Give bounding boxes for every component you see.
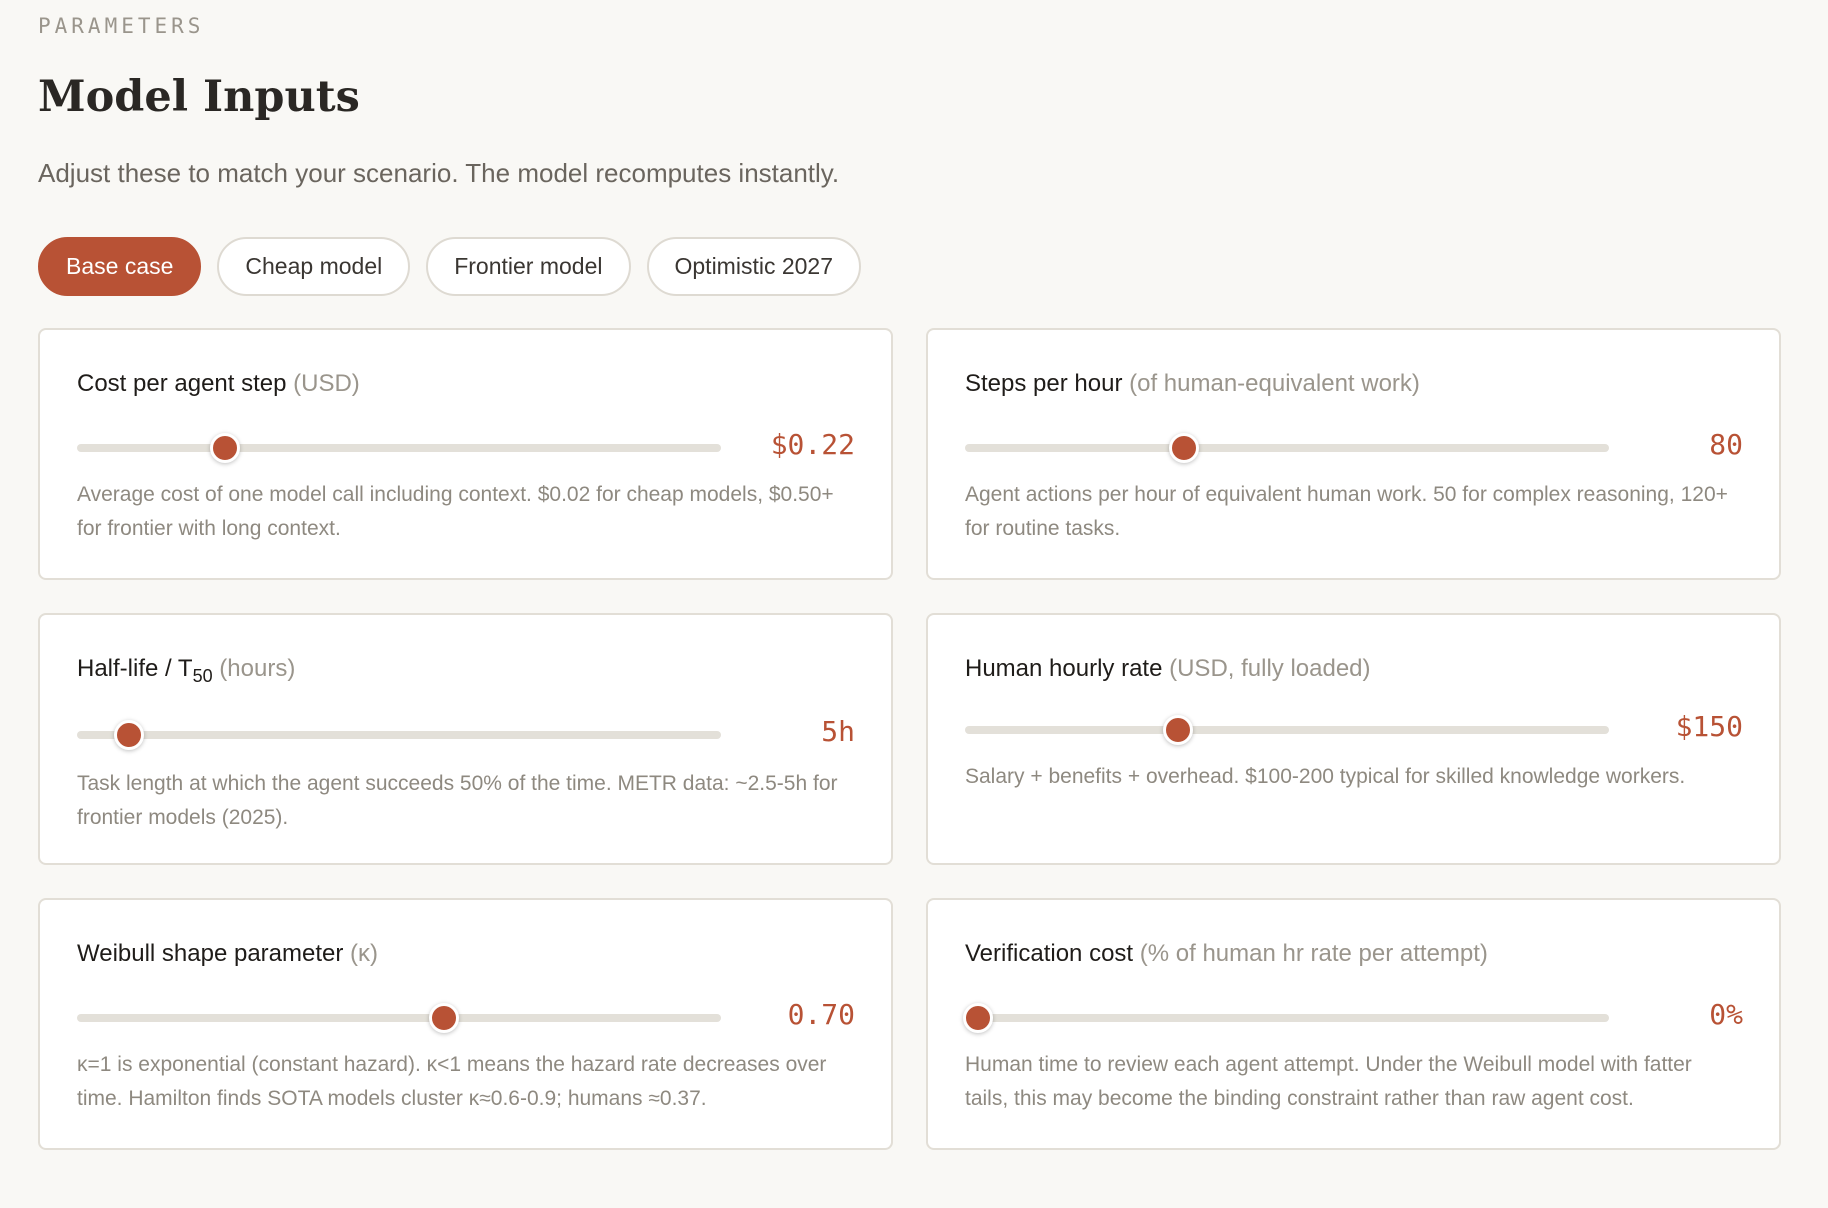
half-life-label: Half-life / T50 (hours) [77,655,296,686]
weibull-shape-label: Weibull shape parameter (κ) [77,940,379,967]
steps-per-hour-card: Steps per hour (of human-equivalent work… [926,328,1781,580]
half-life-card: Half-life / T50 (hours) 5h Task length a… [38,613,893,865]
preset-optimistic-2027-button[interactable]: Optimistic 2027 [646,237,862,296]
cost-per-step-slider-thumb[interactable] [210,433,241,463]
half-life-slider-thumb[interactable] [113,720,144,750]
preset-cheap-model-button[interactable]: Cheap model [217,237,411,296]
weibull-shape-description: κ=1 is exponential (constant hazard). κ<… [77,1053,827,1110]
verification-cost-slider-thumb[interactable] [962,1003,993,1033]
human-rate-label: Human hourly rate (USD, fully loaded) [965,655,1371,682]
page-title: Model Inputs [38,72,360,122]
weibull-shape-value: 0.70 [787,998,855,1031]
parameter-grid: Cost per agent step (USD) $0.22 Average … [38,328,1781,1150]
preset-bar: Base case Cheap model Frontier model Opt… [38,237,862,296]
steps-per-hour-slider[interactable] [965,433,1609,463]
steps-per-hour-value: 80 [1709,428,1743,461]
page-subtitle: Adjust these to match your scenario. The… [38,158,840,188]
preset-frontier-model-button[interactable]: Frontier model [426,237,631,296]
verification-cost-value: 0% [1709,998,1743,1031]
steps-per-hour-slider-thumb[interactable] [1168,433,1199,463]
cost-per-step-label: Cost per agent step (USD) [77,370,360,397]
human-rate-card: Human hourly rate (USD, fully loaded) $1… [926,613,1781,865]
half-life-description: Task length at which the agent succeeds … [77,772,838,829]
verification-cost-label: Verification cost (% of human hr rate pe… [965,940,1488,967]
steps-per-hour-label: Steps per hour (of human-equivalent work… [965,370,1420,397]
human-rate-value: $150 [1675,710,1743,743]
weibull-shape-slider-thumb[interactable] [429,1003,460,1033]
verification-cost-description: Human time to review each agent attempt.… [965,1053,1692,1110]
cost-per-step-value: $0.22 [770,428,855,461]
steps-per-hour-description: Agent actions per hour of equivalent hum… [965,483,1728,540]
weibull-shape-slider[interactable] [77,1003,721,1033]
human-rate-description: Salary + benefits + overhead. $100-200 t… [965,765,1686,788]
human-rate-slider-thumb[interactable] [1162,715,1193,745]
human-rate-slider[interactable] [965,715,1609,745]
preset-base-case-button[interactable]: Base case [38,237,202,296]
verification-cost-card: Verification cost (% of human hr rate pe… [926,898,1781,1150]
half-life-value: 5h [821,715,855,748]
verification-cost-slider[interactable] [962,1003,1609,1033]
half-life-slider[interactable] [77,720,721,750]
cost-per-step-description: Average cost of one model call including… [77,483,834,540]
weibull-shape-card: Weibull shape parameter (κ) 0.70 κ=1 is … [38,898,893,1150]
cost-per-step-card: Cost per agent step (USD) $0.22 Average … [38,328,893,580]
section-eyebrow: PARAMETERS [38,14,205,38]
cost-per-step-slider[interactable] [77,433,721,463]
